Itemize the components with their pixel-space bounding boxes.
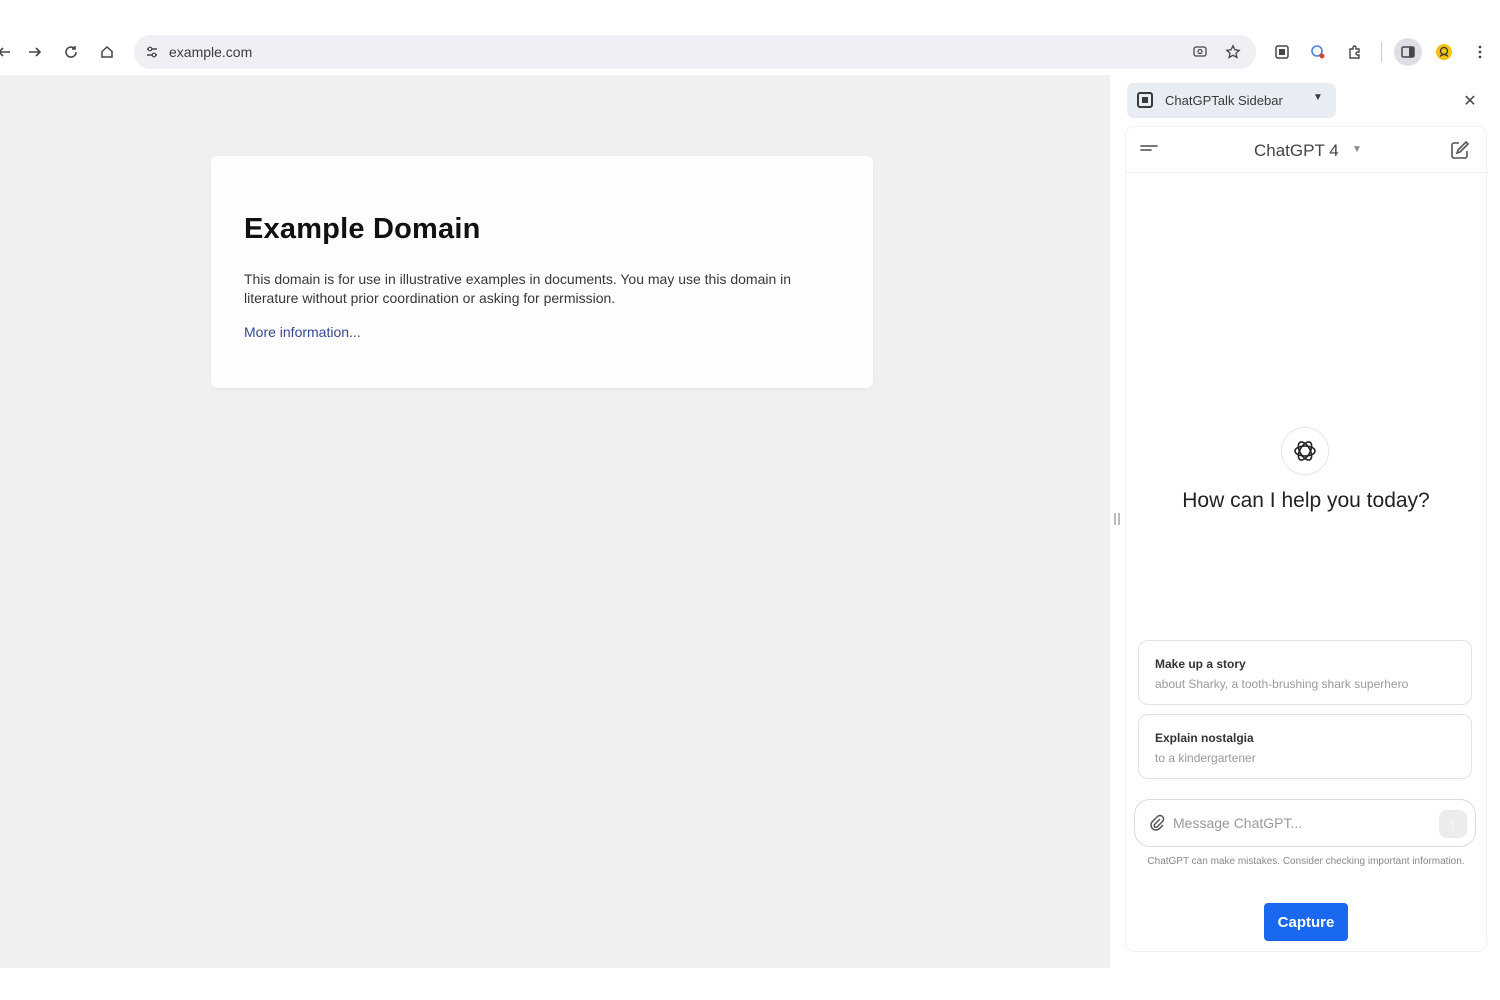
extension-icon[interactable]: [1304, 38, 1332, 66]
more-icon[interactable]: [1466, 38, 1494, 66]
cast-icon[interactable]: [1188, 40, 1212, 64]
suggestion-title: Explain nostalgia: [1155, 731, 1254, 745]
back-icon[interactable]: [0, 38, 18, 66]
extension-icon[interactable]: [1268, 38, 1296, 66]
page-body-text: This domain is for use in illustrative e…: [244, 271, 792, 306]
close-side-panel-icon[interactable]: ✕: [1459, 90, 1481, 112]
chatgptalk-logo-icon: [1137, 92, 1153, 108]
capture-button[interactable]: Capture: [1264, 903, 1348, 941]
url-text[interactable]: example.com: [169, 44, 252, 60]
site-settings-icon[interactable]: [140, 40, 164, 64]
message-input[interactable]: [1173, 812, 1423, 834]
suggestion-card[interactable]: Explain nostalgia to a kindergartener: [1138, 714, 1472, 779]
page-title: Example Domain: [244, 213, 481, 245]
greeting-heading: How can I help you today?: [1182, 489, 1430, 512]
suggestion-subtitle: about Sharky, a tooth-brushing shark sup…: [1155, 677, 1409, 691]
side-panel-icon[interactable]: [1394, 38, 1422, 66]
resize-handle-icon[interactable]: [1113, 512, 1121, 532]
caret-down-icon: ▼: [1313, 92, 1323, 103]
toolbar-divider: [1381, 42, 1382, 62]
browser-toolbar: example.com: [0, 0, 1500, 75]
puzzle-icon[interactable]: [1341, 38, 1369, 66]
send-arrow-icon[interactable]: ↑: [1439, 810, 1467, 838]
bookmark-star-icon[interactable]: [1221, 40, 1245, 64]
new-chat-icon[interactable]: [1449, 139, 1471, 161]
forward-icon[interactable]: [21, 38, 49, 66]
reload-icon[interactable]: [57, 38, 85, 66]
suggestion-card[interactable]: Make up a story about Sharky, a tooth-br…: [1138, 640, 1472, 705]
suggestion-subtitle: to a kindergartener: [1155, 751, 1256, 765]
chatgpt-logo-icon: [1281, 427, 1329, 475]
page-viewport: Example Domain This domain is for use in…: [0, 75, 1110, 968]
suggestion-title: Make up a story: [1155, 657, 1246, 671]
chat-header: ChatGPT 4 ▼: [1126, 127, 1486, 173]
side-panel-selector-label: ChatGPTalk Sidebar: [1165, 93, 1283, 108]
profile-icon[interactable]: [1430, 38, 1458, 66]
side-panel-selector[interactable]: ChatGPTalk Sidebar ▼: [1127, 83, 1336, 118]
attach-paperclip-icon[interactable]: [1147, 813, 1167, 833]
content-card: Example Domain This domain is for use in…: [211, 156, 873, 388]
address-bar[interactable]: example.com: [134, 35, 1256, 69]
model-selector[interactable]: ChatGPT 4: [1254, 141, 1339, 161]
chevron-down-icon[interactable]: ▼: [1352, 144, 1362, 155]
message-composer: ↑: [1134, 799, 1476, 847]
chat-panel: ChatGPT 4 ▼ How can I help you today? Ma…: [1126, 127, 1486, 951]
home-icon[interactable]: [93, 38, 121, 66]
menu-icon[interactable]: [1138, 139, 1160, 161]
disclaimer-text: ChatGPT can make mistakes. Consider chec…: [1147, 856, 1465, 867]
more-information-link[interactable]: More information...: [244, 324, 361, 340]
